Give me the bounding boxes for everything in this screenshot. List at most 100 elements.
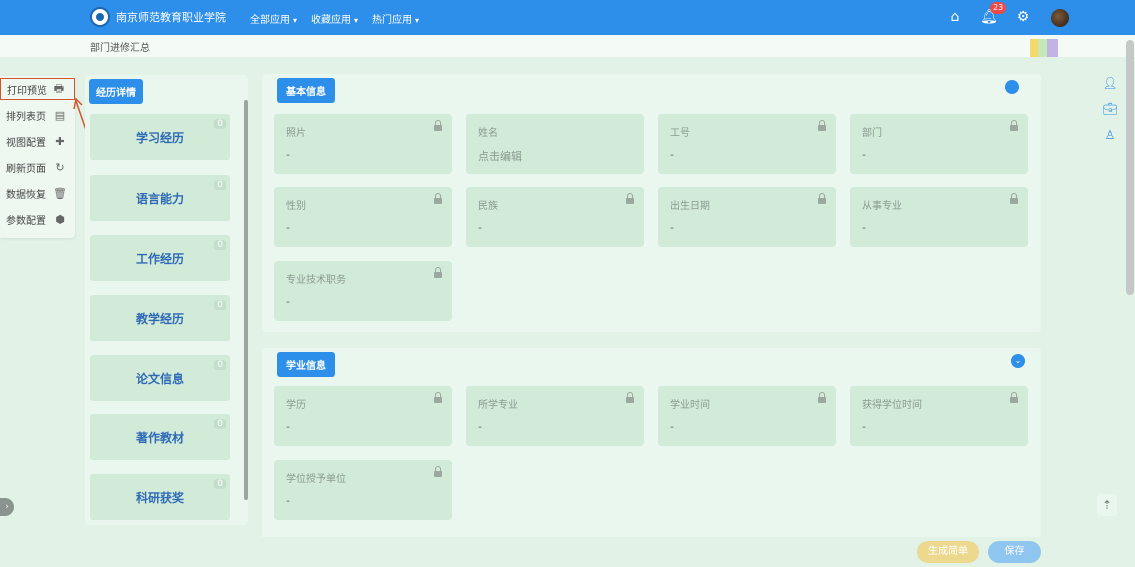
field-label: 民族 bbox=[478, 201, 498, 212]
tool-refresh-page[interactable]: 刷新页面 ↻ bbox=[0, 156, 75, 178]
field-degree-date[interactable]: 获得学位时间 - bbox=[850, 386, 1028, 446]
user-float-icon[interactable] bbox=[1005, 80, 1019, 94]
lock-icon bbox=[818, 120, 826, 131]
category-books[interactable]: 著作教材 0 bbox=[90, 414, 230, 460]
category-label: 语言能力 bbox=[135, 192, 184, 206]
chevron-down-icon: ▾ bbox=[293, 16, 298, 25]
category-language-ability[interactable]: 语言能力 0 bbox=[90, 175, 230, 221]
category-work-history[interactable]: 工作经历 0 bbox=[90, 235, 230, 281]
category-study-history[interactable]: 学习经历 0 bbox=[90, 114, 230, 160]
category-count: 0 bbox=[214, 360, 226, 370]
category-count: 0 bbox=[214, 119, 226, 129]
field-value: - bbox=[670, 221, 674, 234]
printer-icon: 🖶 bbox=[53, 81, 65, 95]
user-avatar[interactable] bbox=[1051, 9, 1069, 27]
settings-icon[interactable]: ⚙ bbox=[1013, 6, 1033, 28]
field-photo[interactable]: 照片 - bbox=[274, 114, 452, 174]
category-scrollbar[interactable] bbox=[244, 100, 248, 500]
gear-icon: ⬢ bbox=[55, 212, 65, 226]
experience-panel: 经历详情 学习经历 0 语言能力 0 工作经历 0 教学经历 0 论文信息 0 … bbox=[85, 75, 248, 525]
category-papers[interactable]: 论文信息 0 bbox=[90, 355, 230, 401]
category-teaching-history[interactable]: 教学经历 0 bbox=[90, 295, 230, 341]
back-to-top-icon[interactable]: ⇡ bbox=[1097, 494, 1117, 516]
field-department[interactable]: 部门 - bbox=[850, 114, 1028, 174]
field-gender[interactable]: 性别 - bbox=[274, 187, 452, 247]
generate-button[interactable]: 生成简单 bbox=[917, 541, 979, 563]
tool-print-preview[interactable]: 打印预览 🖶 bbox=[0, 78, 75, 100]
field-label: 学位授予单位 bbox=[286, 474, 346, 485]
field-value: - bbox=[478, 221, 482, 234]
lock-icon bbox=[1010, 120, 1018, 131]
brand-name: 南京师范教育职业学院 bbox=[116, 11, 226, 24]
field-value: - bbox=[286, 420, 290, 433]
top-bar: 南京师范教育职业学院 全部应用 ▾ 收藏应用 ▾ 热门应用 ▾ ⌂ 🔔︎ 23 ⚙ bbox=[0, 0, 1135, 35]
brand[interactable]: 南京师范教育职业学院 bbox=[90, 7, 226, 27]
tool-view-config[interactable]: 视图配置 ✚ bbox=[0, 130, 75, 152]
degree-info-tag: 学业信息 bbox=[277, 352, 335, 377]
field-value: - bbox=[478, 420, 482, 433]
right-rail: 👤︎ 💼︎ ♙ bbox=[1097, 76, 1123, 154]
nav-favorite-apps[interactable]: 收藏应用 ▾ bbox=[311, 11, 358, 26]
field-employee-id[interactable]: 工号 - bbox=[658, 114, 836, 174]
category-count: 0 bbox=[214, 300, 226, 310]
tool-label: 数据恢复 bbox=[6, 189, 46, 201]
field-degree-institution[interactable]: 学位授予单位 - bbox=[274, 460, 452, 520]
lock-icon bbox=[434, 466, 442, 477]
trash-restore-icon: 🗑︎ bbox=[53, 186, 67, 200]
tool-label: 打印预览 bbox=[7, 85, 47, 97]
category-count: 0 bbox=[214, 180, 226, 190]
nav-label: 热门应用 bbox=[372, 15, 413, 26]
home-icon[interactable]: ⌂ bbox=[945, 6, 965, 28]
tool-data-restore[interactable]: 数据恢复 🗑︎ bbox=[0, 182, 75, 204]
nav-label: 全部应用 bbox=[250, 15, 290, 26]
briefcase-icon[interactable]: 💼︎ bbox=[1102, 102, 1118, 118]
category-count: 0 bbox=[214, 479, 226, 489]
category-count: 0 bbox=[214, 419, 226, 429]
user-profile-icon[interactable]: 👤︎ bbox=[1102, 76, 1118, 92]
field-name[interactable]: 姓名 点击编辑 bbox=[466, 114, 644, 174]
category-research-awards[interactable]: 科研获奖 0 bbox=[90, 474, 230, 520]
tool-label: 排列表页 bbox=[6, 111, 46, 123]
expand-handle-icon[interactable]: › bbox=[0, 498, 14, 516]
collapse-toggle-icon[interactable]: ⌄ bbox=[1011, 354, 1025, 368]
field-study-time[interactable]: 学业时间 - bbox=[658, 386, 836, 446]
tool-label: 刷新页面 bbox=[6, 163, 46, 175]
field-value: - bbox=[862, 420, 866, 433]
field-label: 性别 bbox=[286, 201, 306, 212]
field-value: - bbox=[286, 295, 290, 308]
lock-icon bbox=[1010, 193, 1018, 204]
school-logo-icon bbox=[90, 7, 110, 27]
org-chart-icon[interactable]: ♙ bbox=[1102, 128, 1118, 144]
puzzle-icon: ✚ bbox=[55, 134, 65, 148]
category-label: 论文信息 bbox=[135, 372, 184, 386]
field-birth-date[interactable]: 出生日期 - bbox=[658, 187, 836, 247]
tool-menu: 打印预览 🖶 排列表页 ▤ 视图配置 ✚ 刷新页面 ↻ 数据恢复 🗑︎ 参数配置… bbox=[0, 76, 75, 238]
lock-icon bbox=[818, 193, 826, 204]
nav-hot-apps[interactable]: 热门应用 ▾ bbox=[372, 11, 419, 26]
tool-label: 参数配置 bbox=[6, 215, 46, 227]
field-specialty[interactable]: 从事专业 - bbox=[850, 187, 1028, 247]
tool-list-page[interactable]: 排列表页 ▤ bbox=[0, 104, 75, 126]
field-major[interactable]: 所学专业 - bbox=[466, 386, 644, 446]
lock-icon bbox=[434, 120, 442, 131]
field-value: - bbox=[286, 221, 290, 234]
category-label: 教学经历 bbox=[135, 312, 184, 326]
save-button[interactable]: 保存 bbox=[988, 541, 1041, 563]
field-label: 专业技术职务 bbox=[286, 275, 346, 286]
page-scrollbar[interactable] bbox=[1126, 40, 1134, 295]
field-value: - bbox=[862, 148, 866, 161]
decorative-sticker-icon bbox=[1030, 39, 1058, 57]
field-label: 工号 bbox=[670, 128, 690, 139]
bell-icon[interactable]: 🔔︎ 23 bbox=[979, 2, 1007, 28]
experience-tag: 经历详情 bbox=[89, 79, 143, 104]
field-label: 学历 bbox=[286, 400, 306, 411]
lock-icon bbox=[626, 193, 634, 204]
field-education[interactable]: 学历 - bbox=[274, 386, 452, 446]
field-ethnicity[interactable]: 民族 - bbox=[466, 187, 644, 247]
field-professional-title[interactable]: 专业技术职务 - bbox=[274, 261, 452, 321]
tool-param-config[interactable]: 参数配置 ⬢ bbox=[0, 208, 75, 230]
nav-all-apps[interactable]: 全部应用 ▾ bbox=[250, 11, 297, 26]
field-value: - bbox=[286, 494, 290, 507]
lock-icon bbox=[818, 392, 826, 403]
field-label: 部门 bbox=[862, 128, 882, 139]
